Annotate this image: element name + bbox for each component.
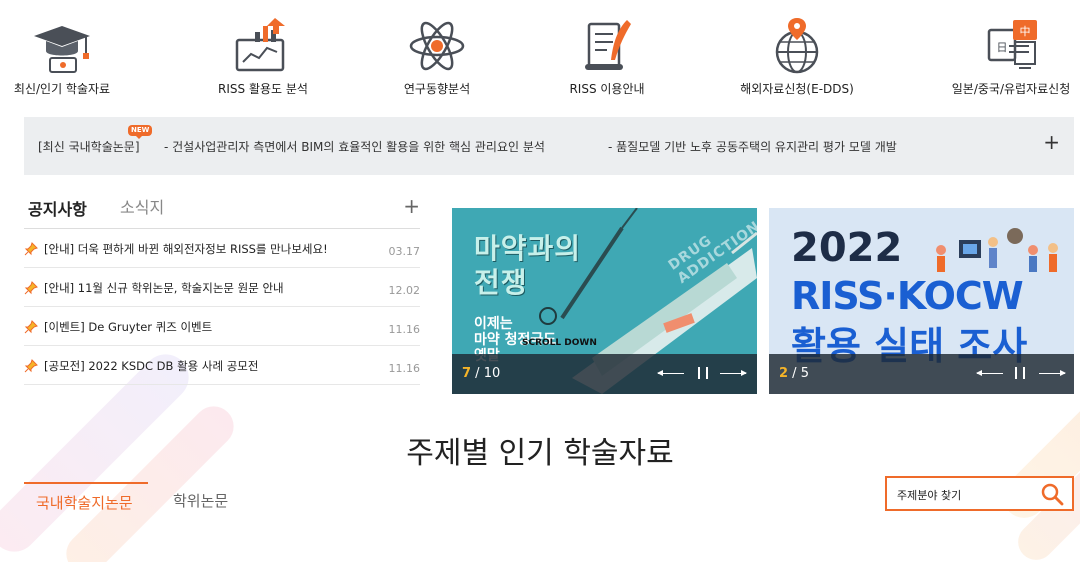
tab-notice[interactable]: 공지사항: [28, 196, 87, 220]
recent-papers-more-button[interactable]: +: [1043, 132, 1060, 152]
recent-paper-link[interactable]: - 건설사업관리자 측면에서 BIM의 효율적인 활용을 위한 핵심 관리요인 …: [164, 138, 545, 155]
notice-date: 12.02: [388, 284, 421, 297]
pin-icon: [24, 242, 38, 256]
notice-board: 공지사항 소식지 + [안내] 더욱 편하게 바뀐 해외전자정보 RISS를 만…: [24, 188, 420, 398]
subject-search-label: 주제분야 찾기: [897, 489, 962, 502]
banner-total-pages: 10: [483, 366, 501, 381]
banner-pause-button[interactable]: [1015, 367, 1025, 379]
pin-icon: [24, 320, 38, 334]
section-title: 주제별 인기 학술자료: [406, 436, 674, 471]
atom-icon: [409, 21, 465, 71]
notice-row[interactable]: [안내] 11월 신규 학위논문, 학술지논문 원문 안내 12.02: [24, 268, 420, 307]
people-illustration: [936, 228, 1058, 272]
pin-icon: [24, 281, 38, 295]
notice-row[interactable]: [안내] 더욱 편하게 바뀐 해외전자정보 RISS를 만나보세요! 03.17: [24, 229, 420, 268]
banner-prev-button[interactable]: [657, 370, 684, 376]
banner-headline: RISS·KOCW: [791, 274, 1024, 318]
banner-prev-button[interactable]: [976, 370, 1003, 376]
banner-headline: 마약과의 전쟁: [474, 232, 582, 299]
quick-menu-research-trends[interactable]: 연구동향분석: [357, 0, 517, 110]
notice-title: [안내] 11월 신규 학위논문, 학술지논문 원문 안내: [44, 281, 284, 295]
quick-menu-label: 최신/인기 학술자료: [13, 82, 111, 96]
quick-menu-asia-europe-request[interactable]: 中 日 일본/중국/유럽자료신청: [931, 0, 1080, 110]
banner-pagination: 2 / 5: [779, 366, 809, 381]
banner-controls: 2 / 5: [769, 354, 1074, 394]
notice-more-button[interactable]: +: [403, 196, 420, 216]
notice-date: 11.16: [388, 362, 421, 375]
notice-tabs: 공지사항 소식지 +: [24, 188, 420, 229]
recent-papers-category: [최신 국내학술논문]: [38, 140, 140, 154]
banner-riss-kocw-survey[interactable]: 2022 RISS·KOCW 활용 실태 조사 2 / 5: [769, 208, 1074, 394]
banner-drug-war[interactable]: 마약과의전쟁 이제는마약 청정국도옛말 SCROLL DOWN DRUG ADD…: [452, 208, 757, 394]
notice-title: [공모전] 2022 KSDC DB 활용 사례 공모전: [44, 359, 259, 373]
notice-date: 11.16: [388, 323, 421, 336]
banner-current-page: 2: [779, 366, 789, 381]
tab-newsletter[interactable]: 소식지: [120, 194, 164, 218]
quick-menu-label: 해외자료신청(E-DDS): [740, 82, 854, 96]
quick-menu-label: 일본/중국/유럽자료신청: [951, 82, 1071, 96]
new-badge: NEW: [128, 125, 153, 139]
banner-pagination: 7 / 10: [462, 366, 501, 381]
quick-menu-latest-materials[interactable]: 최신/인기 학술자료: [0, 0, 142, 110]
recent-paper-link[interactable]: - 품질모델 기반 노후 공동주택의 유지관리 평가 모델 개발: [608, 138, 897, 155]
graduation-cap-icon: [34, 26, 90, 73]
japanese-badge: 日: [997, 41, 1008, 54]
search-icon[interactable]: [1040, 482, 1064, 506]
subject-search-box[interactable]: 주제분야 찾기: [885, 476, 1074, 511]
bar-chart-icon: [235, 18, 285, 72]
banner-year: 2022: [791, 225, 903, 271]
tab-theses[interactable]: 학위논문: [173, 490, 228, 511]
banner-controls: 7 / 10: [452, 354, 757, 394]
banner-next-button[interactable]: [720, 370, 747, 376]
globe-pin-icon: [775, 18, 819, 74]
notice-date: 03.17: [388, 245, 421, 258]
quick-menu-overseas-request[interactable]: 해외자료신청(E-DDS): [717, 0, 877, 110]
tab-label: 국내학술지논문: [36, 494, 133, 512]
notice-row[interactable]: [공모전] 2022 KSDC DB 활용 사례 공모전 11.16: [24, 346, 420, 385]
notice-row[interactable]: [이벤트] De Gruyter 퀴즈 이벤트 11.16: [24, 307, 420, 346]
recent-papers-bar: [최신 국내학술논문] NEW - 건설사업관리자 측면에서 BIM의 효율적인…: [24, 117, 1074, 175]
banner-pause-button[interactable]: [698, 367, 708, 379]
notice-title: [이벤트] De Gruyter 퀴즈 이벤트: [44, 320, 213, 334]
banner-next-button[interactable]: [1039, 370, 1066, 376]
tab-domestic-journals[interactable]: 국내학술지논문: [24, 482, 148, 518]
quick-menu-label: RISS 이용안내: [569, 82, 645, 96]
banner-total-pages: 5: [800, 366, 809, 381]
quick-menu: 최신/인기 학술자료 RISS 활용도 분석 연구동향분석 RISS 이용안내 …: [0, 0, 1080, 110]
scroll-quill-icon: [585, 20, 631, 70]
quick-menu-label: RISS 활용도 분석: [218, 82, 308, 96]
language-board-icon: 中 日: [987, 20, 1037, 69]
quick-menu-label: 연구동향분석: [403, 82, 471, 96]
banner-current-page: 7: [462, 366, 472, 381]
quick-menu-riss-guide[interactable]: RISS 이용안내: [527, 0, 687, 110]
pin-icon: [24, 359, 38, 373]
quick-menu-usage-analysis[interactable]: RISS 활용도 분석: [183, 0, 343, 110]
chinese-badge: 中: [1020, 25, 1031, 38]
banner-tag: SCROLL DOWN: [522, 338, 597, 348]
notice-title: [안내] 더욱 편하게 바뀐 해외전자정보 RISS를 만나보세요!: [44, 242, 328, 256]
